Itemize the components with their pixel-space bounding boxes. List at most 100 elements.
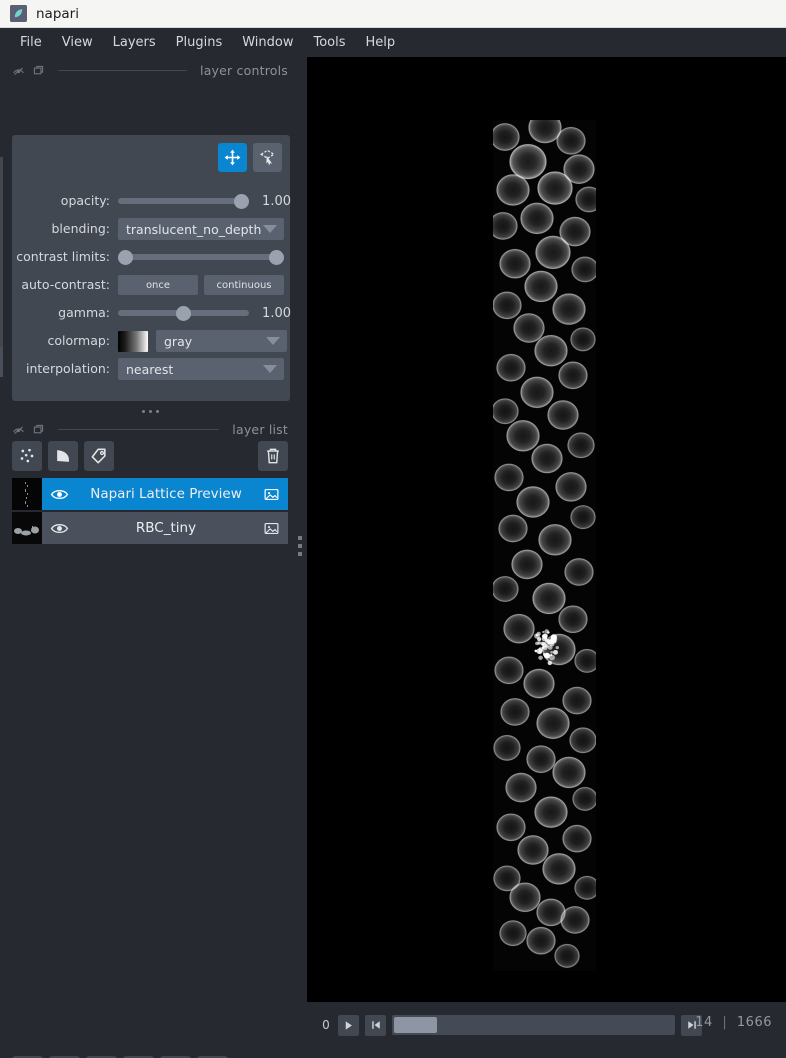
cell: [496, 173, 530, 207]
cell: [560, 905, 590, 935]
float-dock-icon[interactable]: [12, 64, 25, 77]
cell: [524, 270, 558, 303]
dock-splitter-handle[interactable]: [0, 405, 300, 417]
gamma-control: 1.00: [118, 299, 297, 327]
pan-zoom-mode-button[interactable]: [218, 143, 247, 172]
layer-row[interactable]: RBC_tiny: [12, 512, 288, 544]
cell: [493, 734, 521, 762]
cell: [532, 582, 566, 615]
visibility-eye-icon[interactable]: [50, 485, 69, 504]
cell: [538, 523, 572, 556]
layer-controls-grid: opacity: 1.00 blending: translucent_no_d…: [12, 187, 291, 383]
dimension-slider-handle[interactable]: [394, 1017, 437, 1033]
layer-row-body[interactable]: RBC_tiny: [42, 512, 288, 544]
delete-layer-button[interactable]: [258, 441, 288, 471]
transform-mode-button[interactable]: [253, 143, 282, 172]
interpolation-control: nearest: [118, 355, 297, 383]
layer-row-body[interactable]: Napari Lattice Preview: [42, 478, 288, 510]
microscopy-image-layer: [493, 120, 596, 971]
cell: [564, 557, 594, 587]
cell: [503, 613, 535, 644]
cell: [511, 549, 543, 580]
opacity-handle[interactable]: [234, 194, 249, 209]
opacity-control: 1.00: [118, 187, 297, 215]
auto-contrast-once-button[interactable]: once: [118, 275, 198, 295]
new-labels-layer-button[interactable]: [84, 441, 114, 471]
close-dock-icon[interactable]: [32, 423, 45, 436]
layer-list-dock-title: layer list: [232, 421, 288, 437]
colormap-swatch: [118, 330, 148, 352]
layer-controls-title-bar: layer controls: [0, 61, 300, 79]
menu-plugins[interactable]: Plugins: [166, 32, 233, 53]
contrast-limits-low-handle[interactable]: [118, 250, 133, 265]
layer-name: RBC_tiny: [135, 520, 197, 536]
title-bar: napari: [0, 0, 786, 28]
contrast-limits-high-handle[interactable]: [269, 250, 284, 265]
gamma-slider[interactable]: [118, 304, 249, 322]
float-dock-icon[interactable]: [12, 423, 25, 436]
gamma-handle[interactable]: [176, 306, 191, 321]
cell: [552, 293, 586, 326]
opacity-slider[interactable]: [118, 192, 249, 210]
cell: [523, 668, 555, 699]
new-points-layer-button[interactable]: [12, 441, 42, 471]
auto-contrast-buttons: once continuous: [118, 275, 284, 295]
cell: [556, 126, 586, 155]
visibility-eye-icon[interactable]: [50, 519, 69, 538]
auto-contrast-continuous-button[interactable]: continuous: [204, 275, 284, 295]
cell: [554, 943, 580, 969]
menu-layers[interactable]: Layers: [103, 32, 166, 53]
cell: [509, 882, 541, 913]
close-dock-icon[interactable]: [32, 64, 45, 77]
interpolation-combobox[interactable]: nearest: [118, 358, 284, 380]
play-button[interactable]: [338, 1014, 359, 1036]
cell: [542, 852, 576, 885]
dock-resize-edge[interactable]: [0, 157, 3, 377]
interpolation-label: interpolation:: [26, 361, 110, 376]
layer-row[interactable]: Napari Lattice Preview: [12, 478, 288, 510]
cell: [526, 926, 556, 955]
cell: [534, 334, 568, 367]
cell: [520, 202, 554, 235]
cell: [500, 697, 530, 727]
colormap-combobox[interactable]: gray: [156, 330, 287, 352]
layer-thumbnail-image: [12, 512, 42, 544]
blending-combobox[interactable]: translucent_no_depth: [118, 218, 284, 240]
cell: [567, 432, 595, 459]
chevron-down-icon: [263, 365, 277, 373]
contrast-limits-slider[interactable]: [118, 248, 284, 266]
cell: [516, 485, 550, 519]
menu-view[interactable]: View: [52, 32, 103, 53]
layer-thumbnail: [12, 478, 42, 510]
menu-help[interactable]: Help: [356, 32, 406, 53]
first-frame-button[interactable]: [365, 1014, 386, 1036]
image-layer-icon: [264, 522, 279, 534]
viewer-canvas[interactable]: [307, 57, 786, 1002]
cell: [537, 171, 573, 206]
colormap-control: gray: [118, 327, 297, 355]
contrast-limits-label: contrast limits:: [16, 249, 110, 264]
cell: [552, 756, 586, 789]
window-title: napari: [36, 5, 79, 22]
cell: [555, 471, 587, 503]
dock-resize-edge-lower[interactable]: [0, 347, 3, 377]
new-shapes-layer-button[interactable]: [48, 441, 78, 471]
cell: [526, 745, 556, 774]
cell: [570, 504, 596, 530]
shapes-icon: [57, 450, 69, 462]
gamma-value: 1.00: [262, 305, 291, 321]
cell: [499, 919, 527, 947]
menu-tools[interactable]: Tools: [304, 32, 356, 53]
cell: [558, 605, 588, 634]
dock-vertical-splitter[interactable]: [296, 532, 304, 560]
dimension-slider[interactable]: [392, 1015, 675, 1035]
blending-value: translucent_no_depth: [126, 221, 262, 237]
status-value: 1666: [736, 1015, 772, 1030]
menu-window[interactable]: Window: [232, 32, 303, 53]
layer-list-title-bar: layer list: [0, 420, 300, 438]
status-separator: |: [722, 1015, 728, 1030]
cell: [517, 834, 549, 866]
dimension-axis-label: 0: [322, 1018, 330, 1032]
cell: [496, 813, 526, 842]
menu-file[interactable]: File: [10, 32, 52, 53]
